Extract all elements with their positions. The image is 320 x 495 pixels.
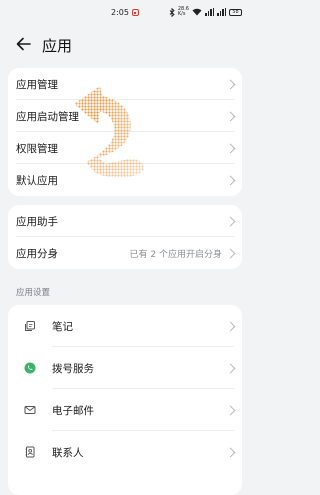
battery-icon: 58 bbox=[229, 8, 242, 16]
list-item-contacts[interactable]: 联系人 bbox=[8, 431, 242, 473]
chevron-right-icon bbox=[225, 79, 236, 90]
chevron-right-icon bbox=[225, 405, 236, 416]
list-item-app-twin[interactable]: 应用分身 已有 2 个应用开启分身 bbox=[8, 237, 242, 269]
app-management-card: 应用管理 应用启动管理 权限管理 默认应用 bbox=[8, 68, 242, 196]
chevron-right-icon bbox=[225, 143, 236, 154]
list-item-label: 应用管理 bbox=[16, 78, 58, 91]
list-item-label: 电子邮件 bbox=[52, 404, 94, 417]
chevron-right-icon bbox=[225, 447, 236, 458]
chevron-right-icon bbox=[225, 248, 236, 259]
list-item-notes[interactable]: 笔记 bbox=[8, 305, 242, 347]
list-item-label: 联系人 bbox=[52, 446, 84, 459]
list-item-label: 应用助手 bbox=[16, 215, 58, 228]
back-arrow-icon bbox=[16, 37, 31, 51]
list-item-label: 默认应用 bbox=[16, 174, 58, 187]
list-item-label: 应用分身 bbox=[16, 247, 58, 260]
notes-icon bbox=[24, 320, 36, 332]
list-item-app-assistant[interactable]: 应用助手 bbox=[8, 205, 242, 237]
chevron-right-icon bbox=[225, 363, 236, 374]
chevron-right-icon bbox=[225, 175, 236, 186]
chevron-right-icon bbox=[225, 321, 236, 332]
list-item-default-apps[interactable]: 默认应用 bbox=[8, 164, 242, 196]
phone-icon bbox=[24, 362, 36, 374]
list-item-label: 拨号服务 bbox=[52, 362, 94, 375]
section-header-app-settings: 应用设置 bbox=[16, 288, 51, 298]
signal-1-icon bbox=[205, 8, 214, 16]
list-item-label: 笔记 bbox=[52, 320, 73, 333]
status-time: 2:05 bbox=[111, 8, 129, 17]
chevron-right-icon bbox=[225, 111, 236, 122]
list-item-label: 应用启动管理 bbox=[16, 110, 79, 123]
list-item-dialer[interactable]: 拨号服务 bbox=[8, 347, 242, 389]
list-item-app-launch[interactable]: 应用启动管理 bbox=[8, 100, 242, 132]
screen-record-icon bbox=[131, 9, 139, 16]
status-bar: 2:05 28.6 K/s 58 bbox=[0, 0, 250, 26]
bluetooth-icon bbox=[169, 7, 175, 17]
list-item-app-management[interactable]: 应用管理 bbox=[8, 68, 242, 100]
wifi-icon bbox=[192, 8, 202, 16]
status-icons: 28.6 K/s 58 bbox=[169, 7, 242, 17]
contacts-icon bbox=[24, 446, 36, 458]
app-twin-status: 已有 2 个应用开启分身 bbox=[129, 249, 222, 260]
signal-2-icon bbox=[217, 8, 226, 16]
net-speed: 28.6 K/s bbox=[177, 6, 189, 17]
mail-icon bbox=[24, 404, 36, 416]
top-app-bar: 应用 bbox=[0, 26, 250, 62]
app-tools-card: 应用助手 应用分身 已有 2 个应用开启分身 bbox=[8, 205, 242, 269]
chevron-right-icon bbox=[225, 216, 236, 227]
page-title: 应用 bbox=[42, 37, 73, 55]
list-item-label: 权限管理 bbox=[16, 142, 58, 155]
app-settings-card: 笔记 拨号服务 电子邮件 联系人 bbox=[8, 305, 242, 495]
back-button[interactable] bbox=[14, 34, 34, 54]
list-item-email[interactable]: 电子邮件 bbox=[8, 389, 242, 431]
list-item-permissions[interactable]: 权限管理 bbox=[8, 132, 242, 164]
